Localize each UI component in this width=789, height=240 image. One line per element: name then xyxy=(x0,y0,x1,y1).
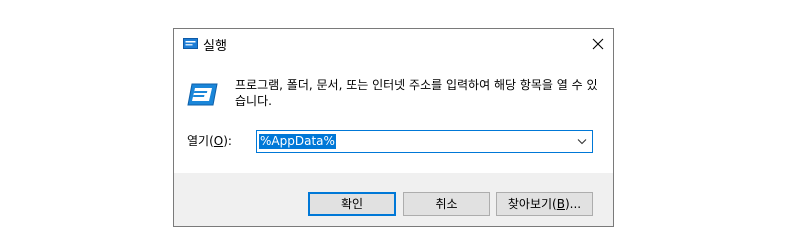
cancel-button[interactable]: 취소 xyxy=(403,192,490,216)
title-bar[interactable]: 실행 xyxy=(174,29,613,59)
run-dialog: 실행 프로그램, 폴더, 문서, 또는 인터넷 주소를 입력하여 해당 항목을 … xyxy=(173,28,614,227)
browse-label-suffix: )... xyxy=(564,197,582,211)
open-label: 열기(O): xyxy=(187,132,232,149)
open-label-accelerator: O xyxy=(213,134,224,148)
page: 실행 프로그램, 폴더, 문서, 또는 인터넷 주소를 입력하여 해당 항목을 … xyxy=(0,0,789,232)
browse-button[interactable]: 찾아보기(B)... xyxy=(496,192,593,216)
open-label-suffix: ): xyxy=(223,134,232,148)
dialog-title: 실행 xyxy=(203,39,227,54)
run-icon xyxy=(187,83,218,106)
close-button[interactable] xyxy=(583,29,613,59)
open-input[interactable]: %AppData% xyxy=(259,134,336,149)
browse-label-accelerator: B xyxy=(556,197,565,211)
close-icon xyxy=(592,38,604,50)
open-combobox[interactable]: %AppData% xyxy=(256,130,593,153)
ok-button[interactable]: 확인 xyxy=(308,192,396,216)
open-label-prefix: 열기( xyxy=(187,134,214,148)
chevron-down-icon[interactable] xyxy=(577,138,587,145)
description-text: 프로그램, 폴더, 문서, 또는 인터넷 주소를 입력하여 해당 항목을 열 수… xyxy=(235,78,598,108)
browse-label-prefix: 찾아보기( xyxy=(507,197,557,211)
dialog-content: 프로그램, 폴더, 문서, 또는 인터넷 주소를 입력하여 해당 항목을 열 수… xyxy=(174,59,613,173)
run-icon xyxy=(183,38,198,49)
